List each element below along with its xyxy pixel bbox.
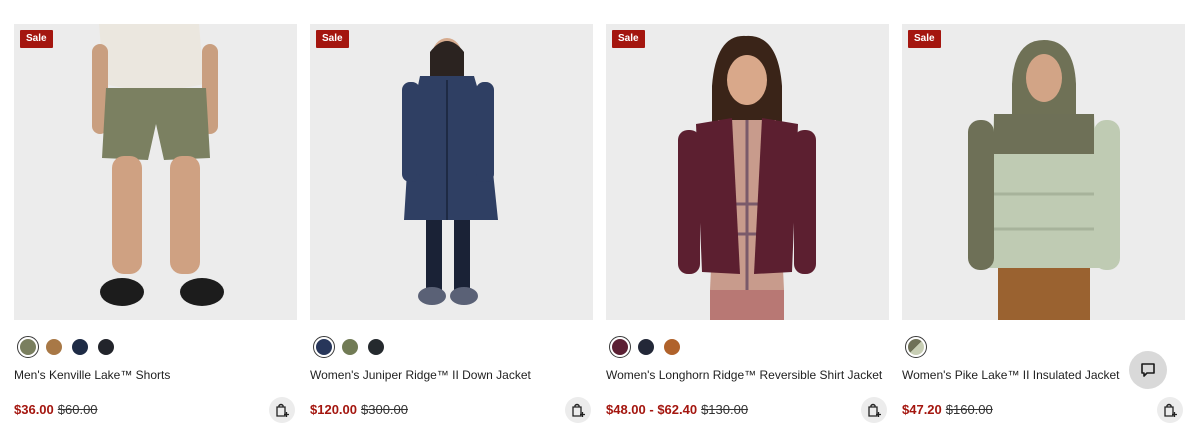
sale-badge: Sale: [908, 30, 941, 48]
color-swatches: [905, 336, 927, 358]
product-photo-illustration: [310, 24, 593, 320]
color-swatch[interactable]: [313, 336, 335, 358]
shopping-bag-plus-icon: [868, 403, 881, 417]
sale-price: $48.00 - $62.40: [606, 402, 698, 417]
product-image[interactable]: Sale: [14, 24, 297, 320]
color-swatch[interactable]: [17, 336, 39, 358]
product-price: $120.00 $300.00: [310, 402, 408, 417]
quick-add-button[interactable]: [565, 397, 591, 423]
product-image[interactable]: Sale: [310, 24, 593, 320]
product-image[interactable]: Sale: [606, 24, 889, 320]
product-name[interactable]: Women's Pike Lake™ II Insulated Jacket: [902, 368, 1120, 382]
product-card: Sale Women's Juniper Ridge™ II Down Jack…: [310, 0, 593, 431]
product-price: $47.20 $160.00: [902, 402, 993, 417]
color-swatches: [313, 336, 387, 358]
product-image[interactable]: Sale: [902, 24, 1185, 320]
product-name[interactable]: Men's Kenville Lake™ Shorts: [14, 368, 170, 382]
color-swatch[interactable]: [609, 336, 631, 358]
quick-add-button[interactable]: [269, 397, 295, 423]
chat-bubble-icon: [1141, 363, 1155, 377]
product-price: $36.00 $60.00: [14, 402, 98, 417]
color-swatch[interactable]: [661, 336, 683, 358]
quick-add-button[interactable]: [1157, 397, 1183, 423]
quick-add-button[interactable]: [861, 397, 887, 423]
product-photo-illustration: [14, 24, 297, 320]
original-price: $60.00: [57, 402, 98, 417]
color-swatch[interactable]: [339, 336, 361, 358]
product-card: Sale Men's Kenville Lake™ Shorts $36.00 $…: [14, 0, 297, 431]
product-price: $48.00 - $62.40 $130.00: [606, 402, 748, 417]
sale-badge: Sale: [20, 30, 53, 48]
original-price: $160.00: [945, 402, 993, 417]
product-photo-illustration: [902, 24, 1185, 320]
color-swatches: [17, 336, 117, 358]
shopping-bag-plus-icon: [276, 403, 289, 417]
color-swatch[interactable]: [905, 336, 927, 358]
shopping-bag-plus-icon: [1164, 403, 1177, 417]
sale-price: $36.00: [14, 402, 54, 417]
original-price: $300.00: [361, 402, 408, 417]
color-swatches: [609, 336, 683, 358]
product-photo-illustration: [606, 24, 889, 320]
color-swatch[interactable]: [69, 336, 91, 358]
color-swatch[interactable]: [43, 336, 65, 358]
product-name[interactable]: Women's Juniper Ridge™ II Down Jacket: [310, 368, 531, 382]
product-card: Sale Women's Longhorn Ridge™ Reversible …: [606, 0, 889, 431]
shopping-bag-plus-icon: [572, 403, 585, 417]
color-swatch[interactable]: [95, 336, 117, 358]
sale-badge: Sale: [612, 30, 645, 48]
chat-button[interactable]: [1129, 351, 1167, 389]
sale-price: $120.00: [310, 402, 357, 417]
sale-price: $47.20: [902, 402, 942, 417]
original-price: $130.00: [701, 402, 749, 417]
sale-badge: Sale: [316, 30, 349, 48]
color-swatch[interactable]: [635, 336, 657, 358]
product-name[interactable]: Women's Longhorn Ridge™ Reversible Shirt…: [606, 368, 882, 382]
color-swatch[interactable]: [365, 336, 387, 358]
product-grid: Sale Men's Kenville Lake™ Shorts $36.00 $…: [0, 0, 1200, 431]
